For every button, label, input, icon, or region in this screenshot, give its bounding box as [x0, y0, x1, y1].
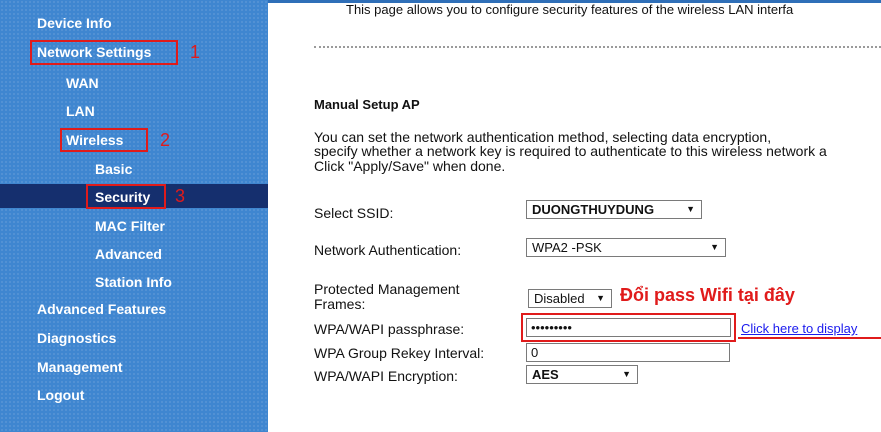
dropdown-arrow-icon: ▼: [622, 369, 631, 379]
dropdown-arrow-icon: ▼: [596, 293, 605, 303]
passphrase-input[interactable]: •••••••••: [526, 318, 731, 337]
sidebar-item-device-info[interactable]: Device Info: [37, 14, 112, 32]
sidebar-nav: Device Info Network Settings WAN LAN Wir…: [0, 0, 268, 432]
sidebar-item-mac-filter[interactable]: MAC Filter: [95, 217, 165, 235]
passphrase-label: WPA/WAPI passphrase:: [314, 321, 465, 337]
rekey-interval-value: 0: [531, 345, 539, 360]
encryption-select-value: AES: [532, 367, 559, 382]
sidebar-item-diagnostics[interactable]: Diagnostics: [37, 329, 116, 347]
ssid-select[interactable]: DUONGTHUYDUNG ▼: [526, 200, 702, 219]
annotation-box-network-settings: [30, 40, 178, 65]
display-passphrase-link[interactable]: Click here to display: [741, 321, 857, 336]
sidebar-item-station-info[interactable]: Station Info: [95, 273, 172, 291]
annotation-underline: [738, 337, 881, 339]
sidebar-item-lan[interactable]: LAN: [66, 102, 95, 120]
auth-label: Network Authentication:: [314, 242, 462, 258]
step-number-2: 2: [160, 130, 171, 150]
passphrase-value: •••••••••: [531, 320, 572, 335]
annotation-change-password: Đổi pass Wifi tại đây: [620, 285, 795, 305]
encryption-select[interactable]: AES ▼: [526, 365, 638, 384]
auth-select[interactable]: WPA2 -PSK ▼: [526, 238, 726, 257]
main-content: This page allows you to configure securi…: [268, 0, 881, 432]
dropdown-arrow-icon: ▼: [686, 204, 695, 214]
sidebar-item-logout[interactable]: Logout: [37, 386, 84, 404]
annotation-box-security: [86, 184, 166, 209]
description-line-3: Click "Apply/Save" when done.: [314, 158, 506, 174]
auth-select-value: WPA2 -PSK: [532, 240, 602, 255]
intro-text: This page allows you to configure securi…: [346, 2, 794, 17]
annotation-box-wireless: [60, 128, 148, 152]
step-number-3: 3: [175, 186, 186, 206]
step-number-1: 1: [190, 42, 201, 62]
pmf-select-value: Disabled: [534, 291, 585, 306]
sidebar-item-advanced[interactable]: Advanced: [95, 245, 162, 263]
sidebar-item-advanced-features[interactable]: Advanced Features: [37, 300, 166, 318]
rekey-interval-input[interactable]: 0: [526, 343, 730, 362]
section-title: Manual Setup AP: [314, 97, 420, 112]
pmf-select[interactable]: Disabled ▼: [528, 289, 612, 308]
pmf-label-line-1: Protected Management: [314, 281, 460, 297]
pmf-label-line-2: Frames:: [314, 296, 366, 312]
ssid-select-value: DUONGTHUYDUNG: [532, 202, 655, 217]
encryption-label: WPA/WAPI Encryption:: [314, 368, 458, 384]
sidebar-item-basic[interactable]: Basic: [95, 160, 132, 178]
divider: [314, 46, 881, 48]
sidebar-item-management[interactable]: Management: [37, 358, 123, 376]
ssid-label: Select SSID:: [314, 205, 394, 221]
dropdown-arrow-icon: ▼: [710, 242, 719, 252]
description-line-2: specify whether a network key is require…: [314, 143, 827, 159]
sidebar-item-wan[interactable]: WAN: [66, 74, 99, 92]
rekey-label: WPA Group Rekey Interval:: [314, 345, 485, 361]
